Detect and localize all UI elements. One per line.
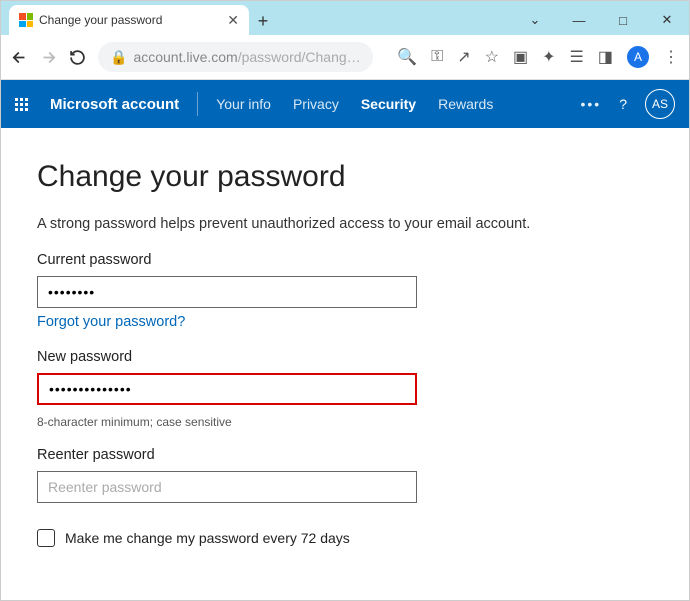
microsoft-logo-icon: [19, 13, 33, 27]
browser-toolbar: 🔒 account.live.com/password/Chang… 🔍 ⚿ ↗…: [1, 35, 689, 80]
key-icon[interactable]: ⚿: [431, 48, 443, 66]
current-password-input[interactable]: ••••••••: [37, 276, 417, 308]
forward-icon[interactable]: [40, 49, 57, 66]
window-controls: ⌄ — □ ✕: [513, 5, 689, 35]
reenter-password-input[interactable]: Reenter password: [37, 471, 417, 503]
app-launcher-icon[interactable]: [15, 98, 28, 111]
url-text: account.live.com/password/Chang…: [133, 49, 360, 65]
back-icon[interactable]: [11, 49, 28, 66]
nav-privacy[interactable]: Privacy: [293, 96, 339, 112]
maximize-icon[interactable]: □: [601, 5, 645, 35]
chevron-down-icon[interactable]: ⌄: [513, 5, 557, 35]
star-icon[interactable]: ☆: [485, 47, 499, 67]
rotate-password-label: Make me change my password every 72 days: [65, 530, 350, 546]
reading-list-icon[interactable]: ☰: [570, 47, 584, 67]
reload-icon[interactable]: [69, 49, 86, 66]
install-icon[interactable]: ▣: [513, 47, 528, 67]
reenter-password-label: Reenter password: [37, 447, 653, 463]
browser-profile-avatar[interactable]: A: [627, 46, 649, 68]
forgot-password-link[interactable]: Forgot your password?: [37, 314, 185, 330]
password-hint: 8-character minimum; case sensitive: [37, 415, 653, 429]
new-password-label: New password: [37, 349, 653, 365]
lock-icon: 🔒: [110, 49, 127, 66]
nav-your-info[interactable]: Your info: [216, 96, 271, 112]
account-avatar[interactable]: AS: [645, 89, 675, 119]
page-title: Change your password: [37, 160, 653, 194]
brand-label[interactable]: Microsoft account: [50, 96, 179, 113]
divider: [197, 92, 198, 116]
close-tab-icon[interactable]: ✕: [227, 12, 239, 29]
browser-tab[interactable]: Change your password ✕: [9, 5, 249, 35]
menu-icon[interactable]: ⋮: [663, 47, 679, 67]
extension-icon[interactable]: ✦: [542, 47, 555, 67]
close-window-icon[interactable]: ✕: [645, 5, 689, 35]
share-icon[interactable]: ↗: [457, 47, 470, 67]
new-password-input[interactable]: ••••••••••••••: [37, 373, 417, 405]
nav-security[interactable]: Security: [361, 96, 416, 112]
sidepanel-icon[interactable]: ◨: [598, 47, 613, 67]
address-bar[interactable]: 🔒 account.live.com/password/Chang…: [98, 42, 373, 72]
help-icon[interactable]: ?: [619, 96, 627, 112]
nav-rewards[interactable]: Rewards: [438, 96, 493, 112]
tab-title: Change your password: [39, 13, 221, 27]
minimize-icon[interactable]: —: [557, 5, 601, 35]
page-description: A strong password helps prevent unauthor…: [37, 216, 653, 232]
rotate-password-checkbox[interactable]: [37, 529, 55, 547]
search-icon[interactable]: 🔍: [397, 47, 417, 67]
new-tab-button[interactable]: +: [249, 7, 277, 35]
more-icon[interactable]: •••: [580, 96, 601, 112]
main-content: Change your password A strong password h…: [1, 128, 689, 579]
browser-titlebar: Change your password ✕ + ⌄ — □ ✕: [1, 1, 689, 35]
current-password-label: Current password: [37, 252, 653, 268]
site-header: Microsoft account Your info Privacy Secu…: [1, 80, 689, 128]
